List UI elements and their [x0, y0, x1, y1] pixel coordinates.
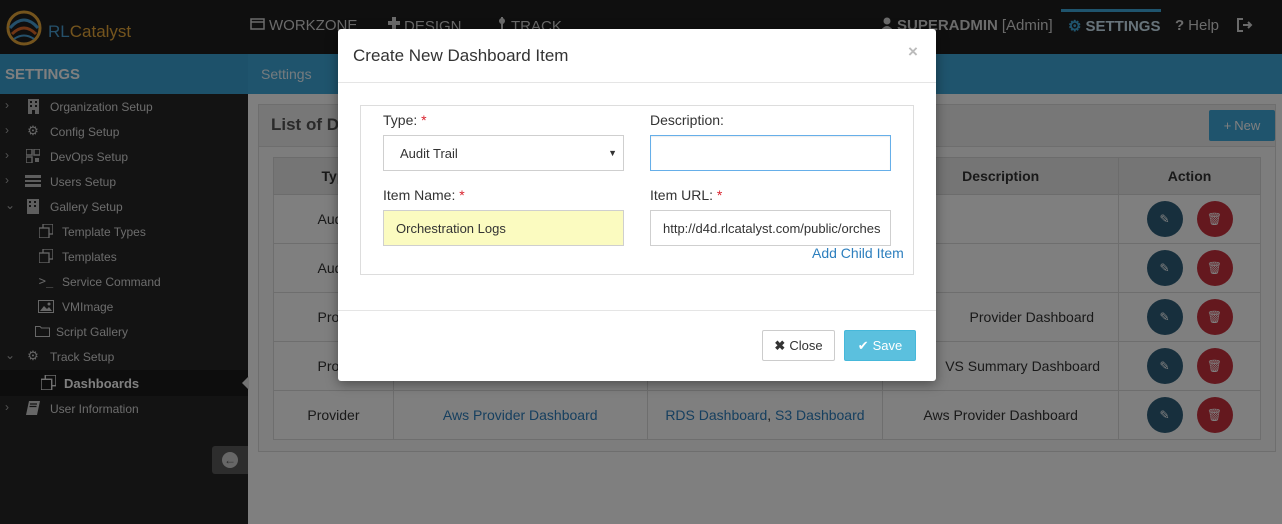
close-button-label: Close: [789, 338, 823, 353]
type-select[interactable]: Audit Trail ▼: [383, 135, 624, 171]
add-child-item-link[interactable]: Add Child Item: [812, 245, 904, 261]
check-icon: ✔: [857, 337, 869, 353]
description-input[interactable]: [650, 135, 891, 171]
save-button-label: Save: [872, 338, 903, 353]
type-label: Type: *: [383, 112, 427, 128]
close-button[interactable]: ✖ Close: [762, 330, 835, 361]
caret-down-icon: ▼: [608, 148, 617, 158]
description-label: Description:: [650, 112, 724, 128]
item-url-input[interactable]: http://d4d.rlcatalyst.com/public/orches: [650, 210, 891, 246]
close-icon[interactable]: ×: [908, 42, 918, 62]
required-mark: *: [421, 112, 427, 128]
modal-title: Create New Dashboard Item: [353, 46, 569, 65]
item-url-label: Item URL: *: [650, 187, 723, 203]
modal-footer-divider: [338, 310, 936, 311]
times-icon: ✖: [774, 337, 786, 353]
type-select-value: Audit Trail: [400, 145, 458, 161]
item-name-label: Item Name: *: [383, 187, 465, 203]
create-dashboard-item-modal: Create New Dashboard Item × Type: * Audi…: [338, 29, 936, 381]
required-mark: *: [716, 187, 723, 203]
save-button[interactable]: ✔ Save: [844, 330, 916, 361]
item-name-input[interactable]: Orchestration Logs: [383, 210, 624, 246]
modal-header: Create New Dashboard Item ×: [338, 29, 936, 83]
required-mark: *: [459, 187, 465, 203]
